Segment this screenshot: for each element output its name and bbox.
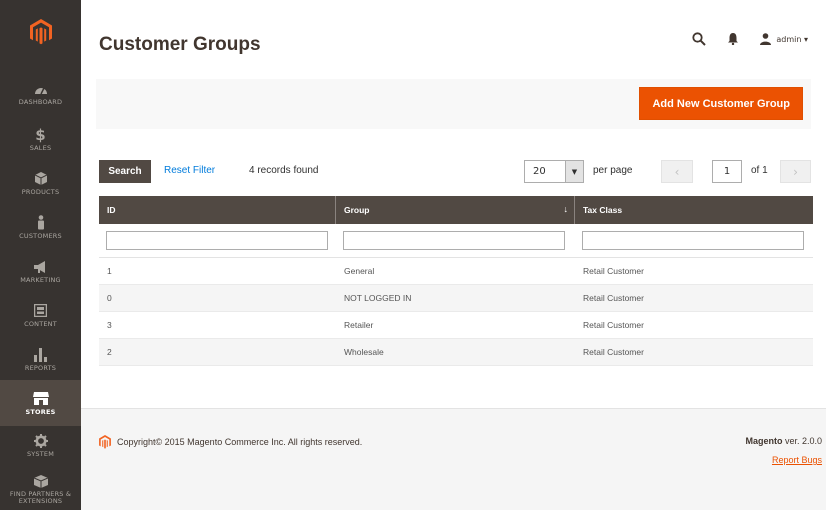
sidebar-item-label: DASHBOARD	[18, 97, 63, 106]
cell-group: Retailer	[344, 320, 374, 330]
cell-group: Wholesale	[344, 347, 384, 357]
sidebar-item-label: SYSTEM	[26, 449, 55, 458]
cell-id: 0	[107, 293, 112, 303]
customer-groups-grid: ID Group ↓ Tax Class 1 General Retail Cu…	[99, 196, 813, 366]
tax-class-filter-input[interactable]	[582, 231, 804, 250]
person-icon	[37, 215, 45, 231]
column-header-label: Tax Class	[583, 205, 623, 215]
column-header-id[interactable]: ID	[99, 196, 336, 224]
bar-chart-icon	[34, 347, 47, 363]
sidebar-item-label: PRODUCTS	[21, 187, 60, 196]
sidebar-item-label: STORES	[25, 407, 56, 416]
admin-username: admin ▾	[776, 34, 808, 44]
magento-logo-icon[interactable]	[0, 0, 81, 64]
layout-icon	[34, 303, 47, 319]
reset-filter-link[interactable]: Reset Filter	[164, 165, 215, 176]
table-row[interactable]: 1 General Retail Customer	[99, 258, 813, 285]
admin-user-menu[interactable]: admin ▾	[760, 33, 808, 45]
brand-name: Magento	[745, 436, 783, 446]
sidebar-item-label: FIND PARTNERS & EXTENSIONS	[9, 490, 72, 505]
group-filter-input[interactable]	[343, 231, 565, 250]
sidebar-item-stores[interactable]: STORES	[0, 380, 81, 426]
per-page-select[interactable]: 20 ▼	[524, 160, 584, 183]
page-title: Customer Groups	[99, 34, 261, 55]
cell-id: 2	[107, 347, 112, 357]
sidebar-item-system[interactable]: SYSTEM	[0, 422, 81, 468]
dollar-icon: $	[35, 125, 46, 144]
sidebar-item-label: REPORTS	[24, 363, 57, 372]
chevron-left-icon: ‹	[674, 164, 680, 179]
table-row[interactable]: 2 Wholesale Retail Customer	[99, 339, 813, 366]
column-header-label: ID	[107, 205, 116, 215]
cell-id: 1	[107, 266, 112, 276]
grid-filter-row	[99, 224, 813, 258]
page-footer: Copyright© 2015 Magento Commerce Inc. Al…	[81, 408, 826, 510]
search-icon[interactable]	[692, 32, 707, 46]
id-filter-input[interactable]	[106, 231, 328, 250]
column-header-group[interactable]: Group ↓	[336, 196, 575, 224]
cell-tax-class: Retail Customer	[583, 320, 644, 330]
sidebar-item-find-partners[interactable]: FIND PARTNERS & EXTENSIONS	[0, 466, 81, 510]
add-new-customer-group-button[interactable]: Add New Customer Group	[639, 87, 803, 120]
magento-logo-icon	[99, 435, 111, 449]
sidebar-item-label: MARKETING	[20, 275, 61, 284]
sidebar-item-label: CUSTOMERS	[19, 231, 62, 240]
cell-group: General	[344, 266, 375, 276]
sidebar-item-label: SALES	[29, 143, 52, 152]
cell-tax-class: Retail Customer	[583, 266, 644, 276]
per-page-value: 20	[533, 166, 546, 177]
grid-header-row: ID Group ↓ Tax Class	[99, 196, 813, 224]
sidebar-item-reports[interactable]: REPORTS	[0, 336, 81, 382]
per-page-label: per page	[593, 165, 633, 176]
cell-tax-class: Retail Customer	[583, 293, 644, 303]
current-page-input[interactable]	[712, 160, 742, 183]
search-button[interactable]: Search	[99, 160, 151, 183]
records-found-count: 4 records found	[249, 165, 319, 176]
sidebar-item-label: CONTENT	[24, 319, 57, 328]
sidebar-item-products[interactable]: PRODUCTS	[0, 160, 81, 206]
version-info: Magento ver. 2.0.0	[745, 436, 822, 446]
copyright-notice: Copyright© 2015 Magento Commerce Inc. Al…	[99, 435, 362, 449]
table-row[interactable]: 3 Retailer Retail Customer	[99, 312, 813, 339]
header-actions: admin ▾	[692, 32, 808, 46]
sidebar-item-dashboard[interactable]: DASHBOARD	[0, 70, 81, 116]
storefront-icon	[32, 391, 49, 407]
bell-icon[interactable]	[728, 33, 739, 45]
cube-icon	[33, 473, 48, 489]
cell-group: NOT LOGGED IN	[344, 293, 412, 303]
report-bugs-link[interactable]: Report Bugs	[772, 455, 822, 465]
total-pages-label: of 1	[751, 165, 768, 176]
sidebar-item-customers[interactable]: CUSTOMERS	[0, 204, 81, 250]
page-actions-bar: Add New Customer Group	[96, 79, 811, 129]
table-row[interactable]: 0 NOT LOGGED IN Retail Customer	[99, 285, 813, 312]
column-header-label: Group	[344, 205, 370, 215]
cube-icon	[34, 171, 47, 187]
sidebar-item-marketing[interactable]: MARKETING	[0, 248, 81, 294]
gear-icon	[33, 433, 48, 449]
user-icon	[760, 33, 772, 45]
sidebar-item-sales[interactable]: $ SALES	[0, 116, 81, 162]
chevron-right-icon: ›	[793, 164, 798, 179]
version-number: ver. 2.0.0	[782, 436, 822, 446]
chevron-down-icon: ▼	[565, 161, 583, 182]
column-header-tax-class[interactable]: Tax Class	[575, 196, 813, 224]
cell-tax-class: Retail Customer	[583, 347, 644, 357]
sidebar-item-content[interactable]: CONTENT	[0, 292, 81, 338]
cell-id: 3	[107, 320, 112, 330]
copyright-text: Copyright© 2015 Magento Commerce Inc. Al…	[117, 437, 363, 447]
dashboard-icon	[34, 81, 48, 97]
sort-arrow-down-icon: ↓	[563, 204, 569, 214]
admin-sidebar: DASHBOARD $ SALES PRODUCTS CUSTOMERS MAR…	[0, 0, 81, 510]
previous-page-button[interactable]: ‹	[661, 160, 693, 183]
next-page-button[interactable]: ›	[780, 160, 811, 183]
megaphone-icon	[33, 259, 48, 275]
